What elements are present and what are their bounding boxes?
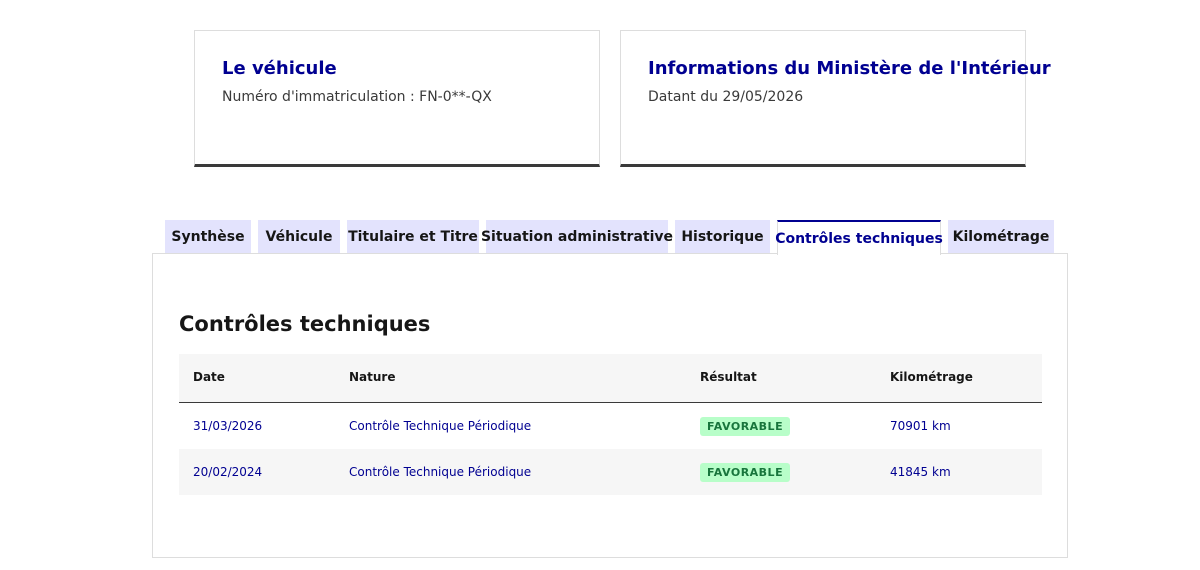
cell-date: 31/03/2026 [193,419,263,433]
table-header: Date Nature Résultat Kilométrage [179,354,1042,403]
tab-historique[interactable]: Historique [675,220,770,254]
tab-panel-controles-techniques: Contrôles techniques Date Nature Résulta… [152,253,1068,558]
ministry-card: Informations du Ministère de l'Intérieur… [620,30,1051,167]
cell-mileage: 41845 km [890,465,951,479]
tab-vehicule[interactable]: Véhicule [258,220,340,254]
technical-inspections-table: Date Nature Résultat Kilométrage 31/03/2… [179,354,1042,495]
tab-titulaire-et-titre[interactable]: Titulaire et Titre [347,220,479,254]
result-badge: FAVORABLE [700,463,791,482]
header-mileage: Kilométrage [890,370,973,384]
tab-controles-techniques[interactable]: Contrôles techniques [775,220,943,255]
result-badge: FAVORABLE [700,417,791,436]
cell-date: 20/02/2024 [193,465,263,479]
vehicle-card: Le véhicule Numéro d'immatriculation : F… [194,30,600,167]
tab-synthese[interactable]: Synthèse [165,220,251,254]
panel-title: Contrôles techniques [179,312,431,336]
cell-result: FAVORABLE [700,403,791,449]
cell-nature: Contrôle Technique Périodique [349,419,532,433]
tab-situation-administrative[interactable]: Situation administrative [481,220,673,254]
registration-number: Numéro d'immatriculation : FN-0**-QX [222,89,492,105]
cell-mileage: 70901 km [890,419,951,433]
header-nature: Nature [349,370,396,384]
header-result: Résultat [700,370,757,384]
ministry-date: Datant du 29/05/2026 [648,89,804,105]
cell-result: FAVORABLE [700,449,791,495]
tab-list: Synthèse Véhicule Titulaire et Titre Sit… [0,220,1200,255]
tab-kilometrage[interactable]: Kilométrage [948,220,1054,254]
ministry-card-title: Informations du Ministère de l'Intérieur [648,58,1051,79]
vehicle-card-title: Le véhicule [222,58,337,79]
cell-nature: Contrôle Technique Périodique [349,465,532,479]
header-date: Date [193,370,225,384]
table-row: 20/02/2024 Contrôle Technique Périodique… [179,449,1042,495]
table-row: 31/03/2026 Contrôle Technique Périodique… [179,403,1042,449]
